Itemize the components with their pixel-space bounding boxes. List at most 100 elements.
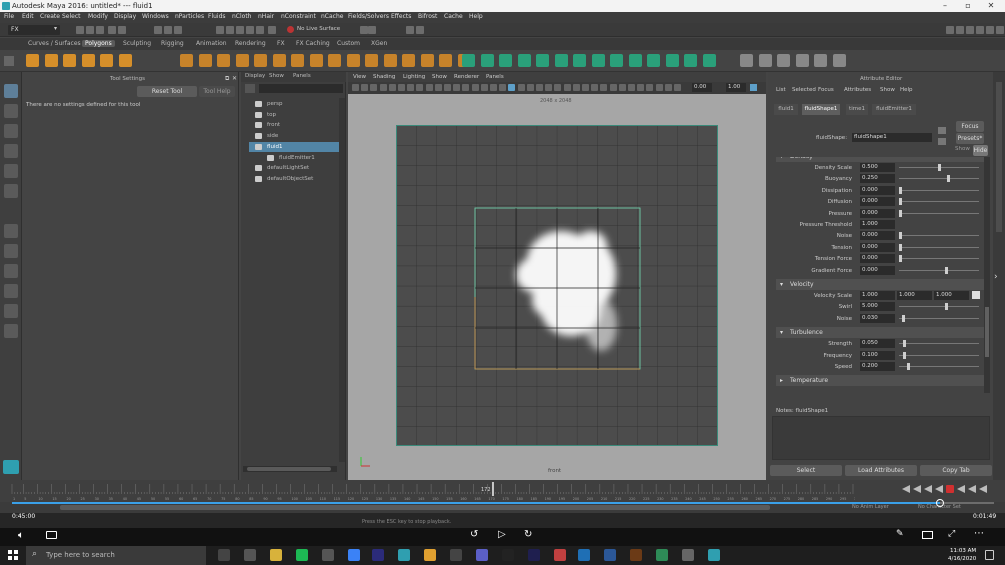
slider-handle[interactable]	[902, 314, 906, 322]
minimize-icon[interactable]: –	[934, 0, 956, 12]
viewport-menu-show[interactable]: Show	[432, 74, 447, 80]
stop-icon[interactable]	[946, 485, 954, 493]
tool-help-button[interactable]: Tool Help	[199, 86, 235, 97]
clock-time[interactable]: 11:03 AM	[950, 548, 976, 554]
toggle-channel-box-icon[interactable]	[956, 26, 964, 34]
show-button[interactable]: Show	[955, 146, 970, 152]
todo-icon[interactable]	[348, 549, 360, 561]
ae-menu-help[interactable]: Help	[900, 87, 913, 93]
attr-value-field[interactable]: 5.000	[860, 302, 895, 312]
cut-uv-icon[interactable]	[573, 54, 586, 67]
captions-icon[interactable]	[46, 531, 57, 539]
turbulence-section-header[interactable]: ▾ Turbulence	[776, 327, 986, 339]
time-slider[interactable]: 1 5 10 15 20 25 30 35 40 45 50 55 60 65 70 75 80 85 90 95 10…	[0, 480, 1005, 502]
outliner-item-top[interactable]: top	[249, 110, 343, 120]
menu-fieldssolvers[interactable]: Fields/Solvers	[348, 13, 389, 20]
anim-layer-label[interactable]: No Anim Layer	[852, 504, 889, 510]
slider-handle[interactable]	[899, 232, 902, 240]
viewport-tool-13-icon[interactable]	[462, 84, 470, 91]
viewport-tool-11-icon[interactable]	[444, 84, 451, 91]
viewport-tool-25-icon[interactable]	[572, 84, 580, 91]
attr-slider[interactable]	[899, 232, 979, 240]
poly-cone-icon[interactable]	[81, 54, 95, 67]
mail-icon[interactable]	[604, 549, 616, 561]
texture-4-icon[interactable]	[795, 54, 809, 67]
render-frame-icon[interactable]	[368, 26, 376, 34]
obs-icon[interactable]	[450, 549, 462, 561]
maya-icon[interactable]	[398, 549, 410, 561]
viewport-tool-16-icon[interactable]	[490, 84, 497, 91]
velocity-scale-x-field[interactable]: 1.000	[860, 291, 895, 300]
task-view-icon[interactable]	[244, 549, 256, 561]
ae-menu-selected[interactable]: Selected	[792, 87, 816, 93]
calculator-icon[interactable]	[322, 549, 334, 561]
spotify-icon[interactable]	[296, 549, 308, 561]
poly-cylinder-icon[interactable]	[63, 54, 76, 67]
menu-windows[interactable]: Windows	[142, 13, 169, 20]
viewport-tool-6-icon[interactable]	[398, 84, 405, 91]
slider-handle[interactable]	[945, 303, 949, 311]
outliner-item-defaultObjectSet[interactable]: defaultObjectSet	[249, 174, 343, 184]
viewport-tool-30-icon[interactable]	[618, 84, 626, 91]
ae-menu-show[interactable]: Show	[880, 87, 895, 93]
shelf-tab-animation[interactable]: Animation	[193, 40, 230, 47]
video-progress-track[interactable]	[12, 499, 994, 507]
viewport-tool-4-icon[interactable]	[379, 84, 387, 91]
viewport-tool-12-icon[interactable]	[453, 84, 461, 91]
attr-slider[interactable]	[899, 266, 979, 274]
reset-tool-button[interactable]: Reset Tool	[137, 86, 197, 97]
fullscreen-icon[interactable]: ⤢	[948, 529, 955, 539]
copy-tab-button[interactable]: Copy Tab	[920, 465, 992, 476]
video-progress-knob[interactable]	[935, 499, 944, 507]
attr-value-field[interactable]: 0.000	[860, 185, 895, 195]
extrude-icon[interactable]	[291, 54, 304, 67]
boolean-icon[interactable]	[254, 54, 267, 67]
more-options-icon[interactable]: ⋯	[974, 528, 984, 539]
viewport-tool-34-icon[interactable]	[655, 84, 663, 91]
select-component-icon[interactable]	[174, 26, 182, 34]
attribute-editor-side-tab[interactable]	[996, 82, 1002, 232]
viewport-menu-shading[interactable]: Shading	[373, 74, 395, 80]
select-object-icon[interactable]	[164, 26, 172, 34]
viewport-tool-2-icon[interactable]	[361, 84, 369, 91]
attr-slider[interactable]	[899, 209, 979, 217]
go-to-end-icon[interactable]	[979, 485, 987, 493]
presets-button[interactable]: Presets*	[956, 133, 984, 144]
separate-icon[interactable]	[198, 54, 212, 67]
velocity-scale-y-field[interactable]: 1.000	[897, 291, 932, 300]
viewport-tool-7-icon[interactable]	[407, 84, 415, 91]
viewport-menu-renderer[interactable]: Renderer	[454, 74, 479, 80]
snap-point-icon[interactable]	[236, 26, 244, 34]
layout-uv-icon[interactable]	[536, 54, 549, 67]
attr-slider[interactable]	[899, 351, 979, 359]
attr-slider[interactable]	[899, 186, 979, 194]
temperature-section-header[interactable]: ▸ Temperature	[776, 375, 986, 387]
viewport-tool-19-icon[interactable]	[517, 84, 525, 91]
planar-uv-icon[interactable]	[462, 54, 475, 67]
teams-icon[interactable]	[476, 549, 488, 561]
slider-handle[interactable]	[945, 266, 949, 274]
ipr-render-icon[interactable]	[406, 26, 414, 34]
texture-5-icon[interactable]	[814, 54, 827, 67]
checker-icon[interactable]	[972, 291, 980, 299]
slider-handle[interactable]	[899, 198, 902, 206]
menu-file[interactable]: File	[4, 13, 14, 20]
viewport-tool-10-icon[interactable]	[434, 84, 442, 91]
viewport-tool-1-icon[interactable]	[352, 84, 359, 91]
select-tool-icon[interactable]	[4, 84, 18, 98]
viewport-tool-20-icon[interactable]	[526, 84, 534, 91]
texture-1-icon[interactable]	[740, 54, 753, 67]
render-settings-icon[interactable]	[416, 26, 424, 34]
history-icon[interactable]	[360, 26, 368, 34]
attr-slider[interactable]	[899, 363, 979, 370]
cortana-icon[interactable]	[218, 549, 230, 561]
viewport-tool-15-icon[interactable]	[480, 84, 488, 91]
forward-30-icon[interactable]: ↻	[524, 529, 532, 540]
maximize-icon[interactable]: ▫	[957, 0, 979, 12]
attribute-scrollbar[interactable]	[984, 157, 990, 393]
shelf-tab-sculpting[interactable]: Sculpting	[120, 40, 154, 47]
attr-value-field[interactable]: 0.500	[860, 163, 895, 172]
menu-edit[interactable]: Edit	[22, 13, 34, 20]
ae-tab-fluid1[interactable]: fluid1	[774, 104, 798, 115]
snap-grid-icon[interactable]	[216, 26, 224, 34]
